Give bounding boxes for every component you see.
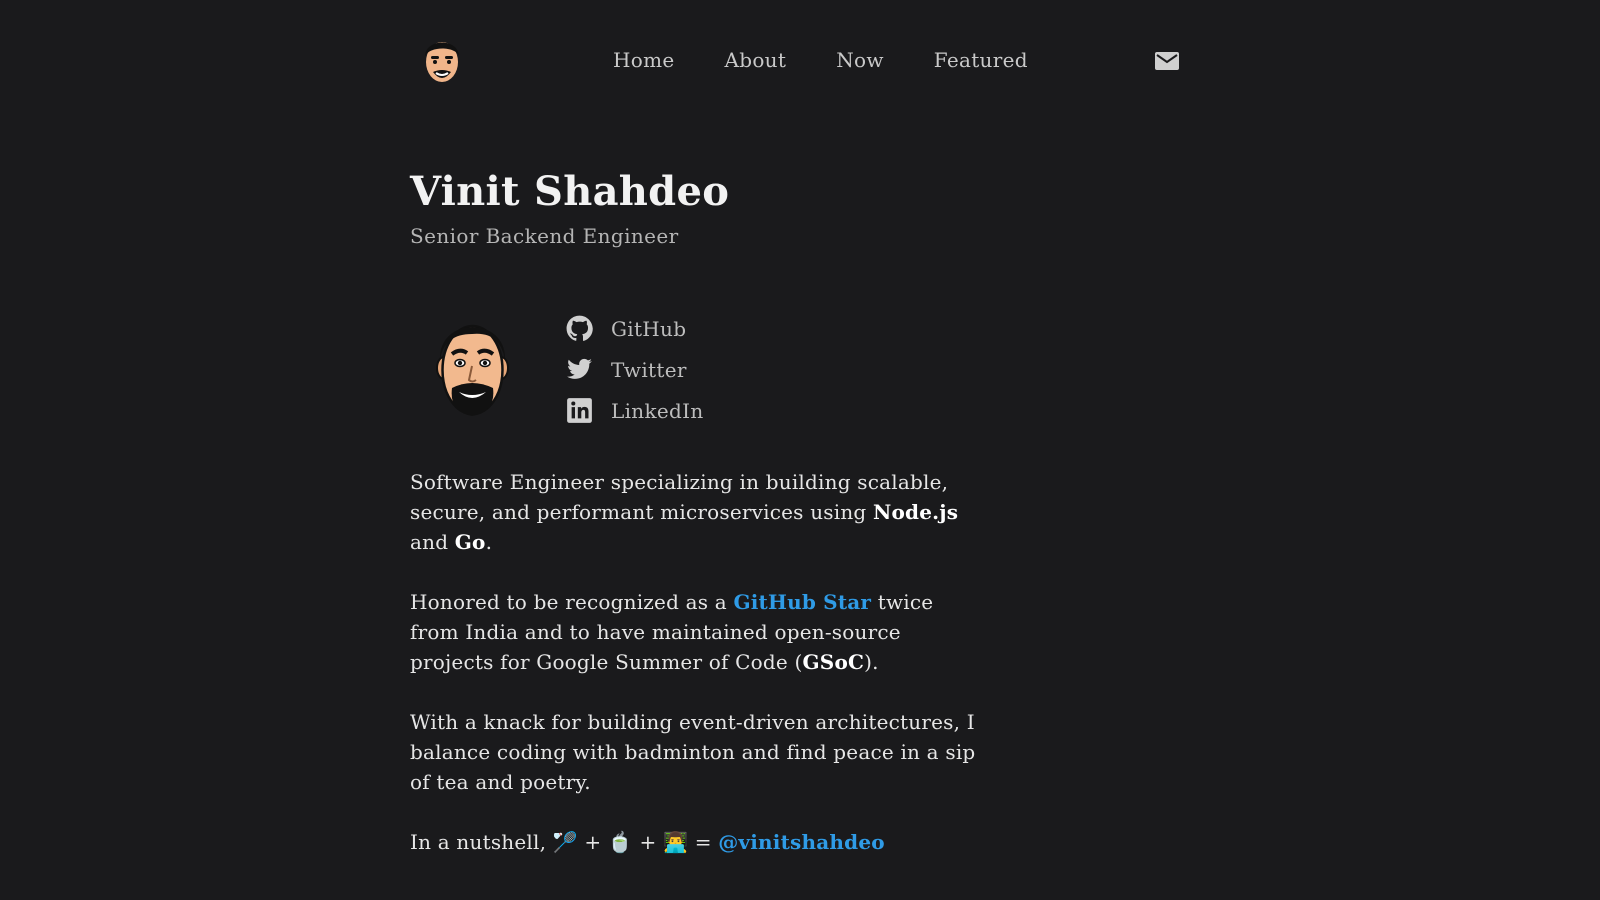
page-title: Vinit Shahdeo [410,168,730,215]
handle-link[interactable]: @vinitshahdeo [718,830,885,854]
nav-now[interactable]: Now [836,48,884,72]
github-star-link[interactable]: GitHub Star [733,590,871,614]
nav-home[interactable]: Home [613,48,674,72]
social-linkedin[interactable]: LinkedIn [566,390,704,431]
bio-paragraph-2: Honored to be recognized as a GitHub Sta… [410,587,980,677]
gsoc-text: GSoC [802,650,865,674]
bio-paragraph-3: With a knack for building event-driven a… [410,710,976,794]
bio-paragraph-1: Software Engineer specializing in buildi… [410,467,980,557]
mail-icon[interactable] [1155,52,1179,70]
main-nav: Home About Now Featured [613,48,1028,72]
github-icon [566,315,593,341]
bio-p2-end: ). [864,650,879,674]
social-github[interactable]: GitHub [566,308,704,349]
job-title: Senior Backend Engineer [410,224,679,248]
social-linkedin-label: LinkedIn [611,398,704,423]
bio: Software Engineer specializing in buildi… [410,467,980,887]
nav-about[interactable]: About [724,48,786,72]
bio-p1-text: Software Engineer specializing in buildi… [410,470,949,524]
avatar [430,308,515,423]
linkedin-icon [567,398,592,423]
go-text: Go [454,530,486,554]
bio-p1-end: . [485,530,493,554]
twitter-icon [567,358,592,379]
social-twitter-label: Twitter [611,357,687,382]
bio-p1-mid: and [410,530,455,554]
site-header: Home About Now Featured [400,28,1190,94]
bio-p4-text: In a nutshell, 🏸 + 🍵 + 👨‍💻 = [410,830,719,854]
nav-featured[interactable]: Featured [934,48,1028,72]
social-links: GitHub Twitter LinkedIn [566,308,704,431]
nodejs-text: Node.js [873,500,959,524]
avatar-logo-icon[interactable] [420,32,464,88]
page: Home About Now Featured Vinit Shahdeo Se… [0,0,1600,900]
bio-p2-text: Honored to be recognized as a [410,590,734,614]
bio-paragraph-4: In a nutshell, 🏸 + 🍵 + 👨‍💻 = @vinitshahd… [410,827,980,857]
social-github-label: GitHub [611,316,687,341]
social-twitter[interactable]: Twitter [566,349,704,390]
